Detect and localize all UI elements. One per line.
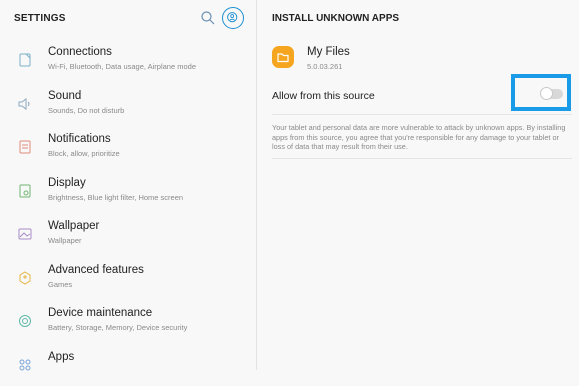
install-title: INSTALL UNKNOWN APPS — [272, 13, 399, 24]
search-icon[interactable] — [200, 10, 216, 26]
device-maintenance-icon — [17, 313, 33, 329]
sound-icon — [17, 96, 33, 112]
connections-icon — [17, 52, 33, 68]
security-warning-text: Your tablet and personal data are more v… — [272, 123, 572, 152]
install-header: INSTALL UNKNOWN APPS — [257, 0, 579, 38]
menu-item-subtitle: Battery, Storage, Memory, Device securit… — [48, 323, 187, 332]
menu-item-title: Sound — [48, 90, 81, 102]
menu-item-subtitle: Wallpaper — [48, 236, 82, 245]
menu-item-subtitle: Wi-Fi, Bluetooth, Data usage, Airplane m… — [48, 62, 196, 71]
menu-item-title: Display — [48, 177, 86, 189]
menu-item-title: Connections — [48, 46, 112, 58]
menu-item-subtitle: Games — [48, 280, 72, 289]
menu-item-title: Notifications — [48, 133, 111, 145]
app-version: 5.0.03.261 — [307, 62, 342, 71]
menu-item-subtitle: Sounds, Do not disturb — [48, 106, 124, 115]
menu-item-title: Wallpaper — [48, 220, 99, 232]
menu-item-apps[interactable]: Apps — [0, 343, 256, 386]
wallpaper-icon — [17, 226, 33, 242]
menu-item-notifications[interactable]: Notifications Block, allow, prioritize — [0, 125, 256, 169]
display-icon — [17, 183, 33, 199]
menu-item-advanced-features[interactable]: Advanced features Games — [0, 256, 256, 300]
notifications-icon — [17, 139, 33, 155]
settings-header: SETTINGS — [0, 0, 256, 38]
app-info-row: My Files 5.0.03.261 — [257, 38, 579, 78]
account-icon — [224, 9, 243, 28]
app-name: My Files — [307, 46, 350, 58]
menu-item-title: Apps — [48, 351, 74, 363]
menu-item-subtitle: Brightness, Blue light filter, Home scre… — [48, 193, 183, 202]
settings-panel: SETTINGS Connections Wi-Fi, Bluetooth, D… — [0, 0, 256, 370]
allow-from-source-label: Allow from this source — [272, 90, 375, 102]
menu-item-device-maintenance[interactable]: Device maintenance Battery, Storage, Mem… — [0, 299, 256, 343]
allow-from-source-row[interactable]: Allow from this source — [257, 78, 579, 112]
menu-item-sound[interactable]: Sound Sounds, Do not disturb — [0, 82, 256, 126]
menu-item-subtitle: Block, allow, prioritize — [48, 149, 120, 158]
menu-item-title: Device maintenance — [48, 307, 152, 319]
toggle-knob[interactable] — [540, 87, 553, 100]
menu-item-title: Advanced features — [48, 264, 144, 276]
settings-menu: Connections Wi-Fi, Bluetooth, Data usage… — [0, 38, 256, 386]
menu-item-wallpaper[interactable]: Wallpaper Wallpaper — [0, 212, 256, 256]
advanced-features-icon — [17, 270, 33, 286]
menu-item-display[interactable]: Display Brightness, Blue light filter, H… — [0, 169, 256, 213]
divider — [272, 114, 572, 115]
apps-icon — [17, 357, 33, 373]
install-unknown-apps-panel: INSTALL UNKNOWN APPS My Files 5.0.03.261… — [257, 0, 579, 370]
folder-icon — [272, 46, 294, 68]
account-button[interactable] — [222, 7, 244, 29]
settings-title: SETTINGS — [14, 13, 66, 24]
divider — [272, 158, 572, 159]
menu-item-connections[interactable]: Connections Wi-Fi, Bluetooth, Data usage… — [0, 38, 256, 82]
my-files-folder-icon — [272, 46, 294, 68]
